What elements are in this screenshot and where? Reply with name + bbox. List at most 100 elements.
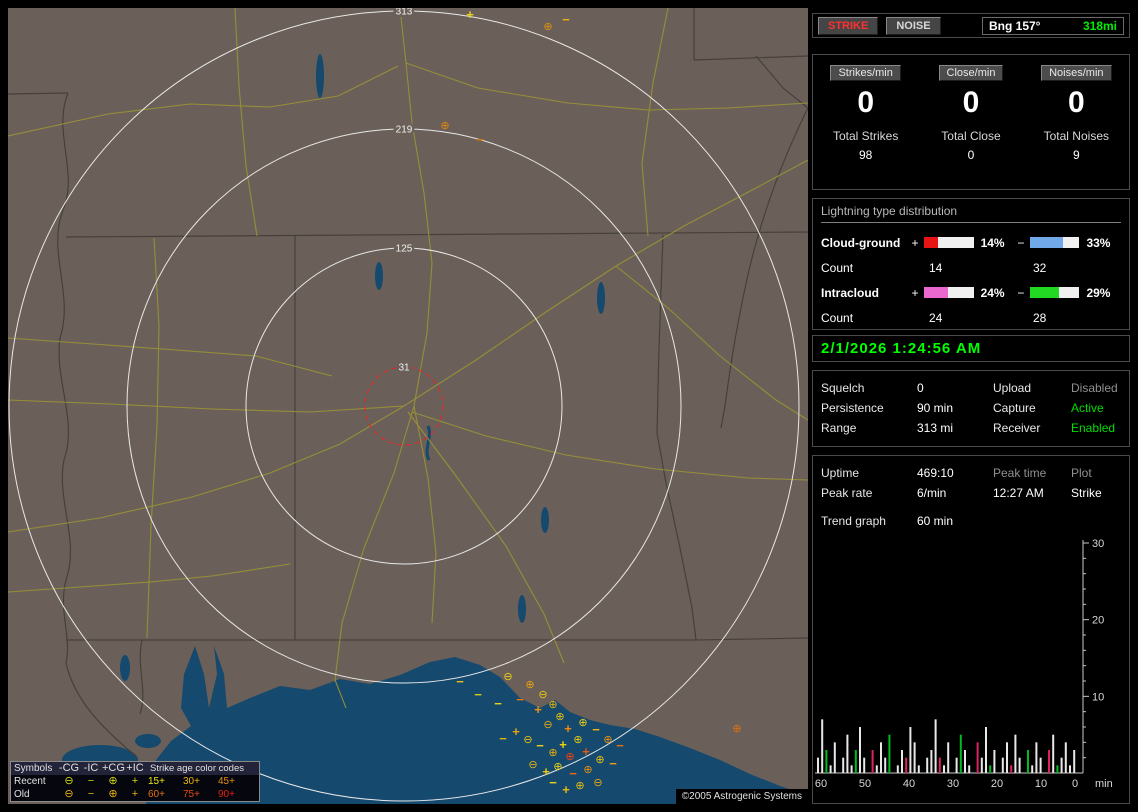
total-noises-value: 9 — [1024, 148, 1129, 162]
trend-bar — [821, 719, 823, 773]
trend-bar — [842, 758, 844, 773]
strike-symbol-ncg: ⊖ — [593, 777, 602, 789]
noises-per-min-value: 0 — [1024, 85, 1129, 121]
trend-bar — [830, 765, 832, 773]
total-close-label: Total Close — [918, 129, 1023, 143]
trend-bar — [872, 750, 874, 773]
stats-row: Trend graph 60 min — [821, 511, 1121, 531]
minus-sign: − — [1015, 236, 1027, 250]
trend-graph-label: Trend graph — [821, 514, 917, 528]
strike-symbol-ncg: ⊖ — [523, 734, 532, 746]
lake — [135, 734, 161, 748]
strike-symbol-nic: − — [609, 756, 617, 771]
persistence-value: 90 min — [917, 401, 993, 415]
range-ring-label-219: 219 — [396, 125, 413, 136]
nic-icon: − — [80, 776, 102, 787]
strike-symbol-pic: + — [564, 721, 572, 736]
lightning-map[interactable]: 31321912531 +⊕−⊕−⊕−⊖⊕⊖−⊕+−−⊕⊖+⊕−⊕−⊕+⊕−⊖+… — [8, 8, 808, 804]
trend-bar — [960, 735, 962, 773]
legend-symbols-header: Symbols — [14, 763, 58, 774]
legend-type-pic: +IC — [124, 763, 146, 774]
stats-row: Peak rate 6/min 12:27 AM Strike — [821, 483, 1121, 503]
capture-status: Active — [1071, 401, 1121, 415]
distribution-title: Lightning type distribution — [821, 204, 1121, 223]
pcg-icon: ⊕ — [102, 776, 124, 787]
trend-bar — [1027, 750, 1029, 773]
strike-symbol-pcg: ⊕ — [543, 21, 552, 33]
uptime-value: 469:10 — [917, 466, 993, 480]
pic-icon: + — [124, 776, 146, 787]
trend-bar — [926, 758, 928, 773]
trend-bar — [859, 727, 861, 773]
age-90: 90+ — [216, 789, 251, 800]
ic-negative-count: 28 — [1033, 311, 1046, 325]
intracloud-row: Intracloud + 24% − 29% — [821, 280, 1121, 305]
ic-negative-bar — [1029, 286, 1081, 299]
minus-sign: − — [1015, 286, 1027, 300]
pcg-icon: ⊕ — [102, 789, 124, 800]
ic-positive-pct: 24% — [977, 286, 1016, 300]
close-per-min-button[interactable]: Close/min — [939, 65, 1004, 81]
trend-x-label: 50 — [859, 778, 871, 790]
noises-per-min-button[interactable]: Noises/min — [1041, 65, 1111, 81]
strike-symbol-ncg: ⊖ — [543, 719, 552, 731]
strike-symbol-ncg: ⊖ — [503, 671, 512, 683]
cg-positive-bar — [923, 236, 975, 249]
trend-bar — [897, 765, 899, 773]
strike-symbol-pic: + — [466, 8, 474, 22]
strike-symbol-nic: − — [494, 696, 502, 711]
settings-row: Persistence 90 min Capture Active — [821, 398, 1121, 418]
strike-symbol-nic: − — [456, 674, 464, 689]
trend-x-label: 60 — [815, 778, 827, 790]
cloud-ground-row: Cloud-ground + 14% − 33% — [821, 230, 1121, 255]
trend-bar — [905, 758, 907, 773]
legend-recent-row: Recent ⊖ − ⊕ + 15+ 30+ 45+ — [11, 775, 259, 788]
map-legend: Symbols -CG -IC +CG +IC Strike age color… — [10, 761, 260, 802]
trend-bar — [834, 742, 836, 773]
trend-bar — [935, 719, 937, 773]
receiver-status: Enabled — [1071, 421, 1121, 435]
trend-x-label: 20 — [991, 778, 1003, 790]
bearing-readout: Bng 157° 318mi — [982, 17, 1124, 35]
plot-label: Plot — [1071, 466, 1121, 480]
strike-symbol-pcg: ⊕ — [553, 761, 562, 773]
trend-bar — [956, 758, 958, 773]
age-60: 60+ — [146, 789, 181, 800]
range-ring-label-313: 313 — [396, 8, 413, 18]
strike-mode-button[interactable]: STRIKE — [818, 17, 878, 35]
noises-counter-column: Noises/min 0 Total Noises 9 — [1024, 63, 1129, 189]
strike-symbol-nic: − — [569, 766, 577, 781]
age-30: 30+ — [181, 776, 216, 787]
legend-type-nic: -IC — [80, 763, 102, 774]
settings-row: Squelch 0 Upload Disabled — [821, 378, 1121, 398]
trend-bar — [1061, 758, 1063, 773]
trend-bar — [855, 750, 857, 773]
strike-symbol-nic: − — [562, 12, 570, 27]
trend-bar — [977, 742, 979, 773]
strike-symbol-pic: + — [559, 737, 567, 752]
strike-symbol-nic: − — [474, 687, 482, 702]
strike-symbol-nic: − — [499, 731, 507, 746]
strike-symbol-pcg: ⊕ — [578, 717, 587, 729]
total-noises-label: Total Noises — [1024, 129, 1129, 143]
upload-label: Upload — [993, 381, 1071, 395]
strikes-per-min-button[interactable]: Strikes/min — [830, 65, 900, 81]
receiver-label: Receiver — [993, 421, 1071, 435]
noise-mode-button[interactable]: NOISE — [886, 17, 940, 35]
copyright-notice: ©2005 Astrogenic Systems — [676, 789, 808, 804]
trend-bar — [989, 765, 991, 773]
cg-positive-pct: 14% — [977, 236, 1016, 250]
cg-negative-pct: 33% — [1082, 236, 1121, 250]
trend-graph-value: 60 min — [917, 514, 993, 528]
lake — [541, 507, 549, 533]
lightning-distribution: Lightning type distribution Cloud-ground… — [812, 198, 1130, 330]
peak-time-value: 12:27 AM — [993, 486, 1071, 500]
plus-sign: + — [909, 236, 921, 250]
trend-bar — [1035, 742, 1037, 773]
lake — [316, 54, 324, 98]
trend-y-label: 10 — [1092, 691, 1104, 703]
clock-box: 2/1/2026 1:24:56 AM — [812, 335, 1130, 362]
peak-rate-label: Peak rate — [821, 486, 917, 500]
persistence-label: Persistence — [821, 401, 917, 415]
range-label: Range — [821, 421, 917, 435]
